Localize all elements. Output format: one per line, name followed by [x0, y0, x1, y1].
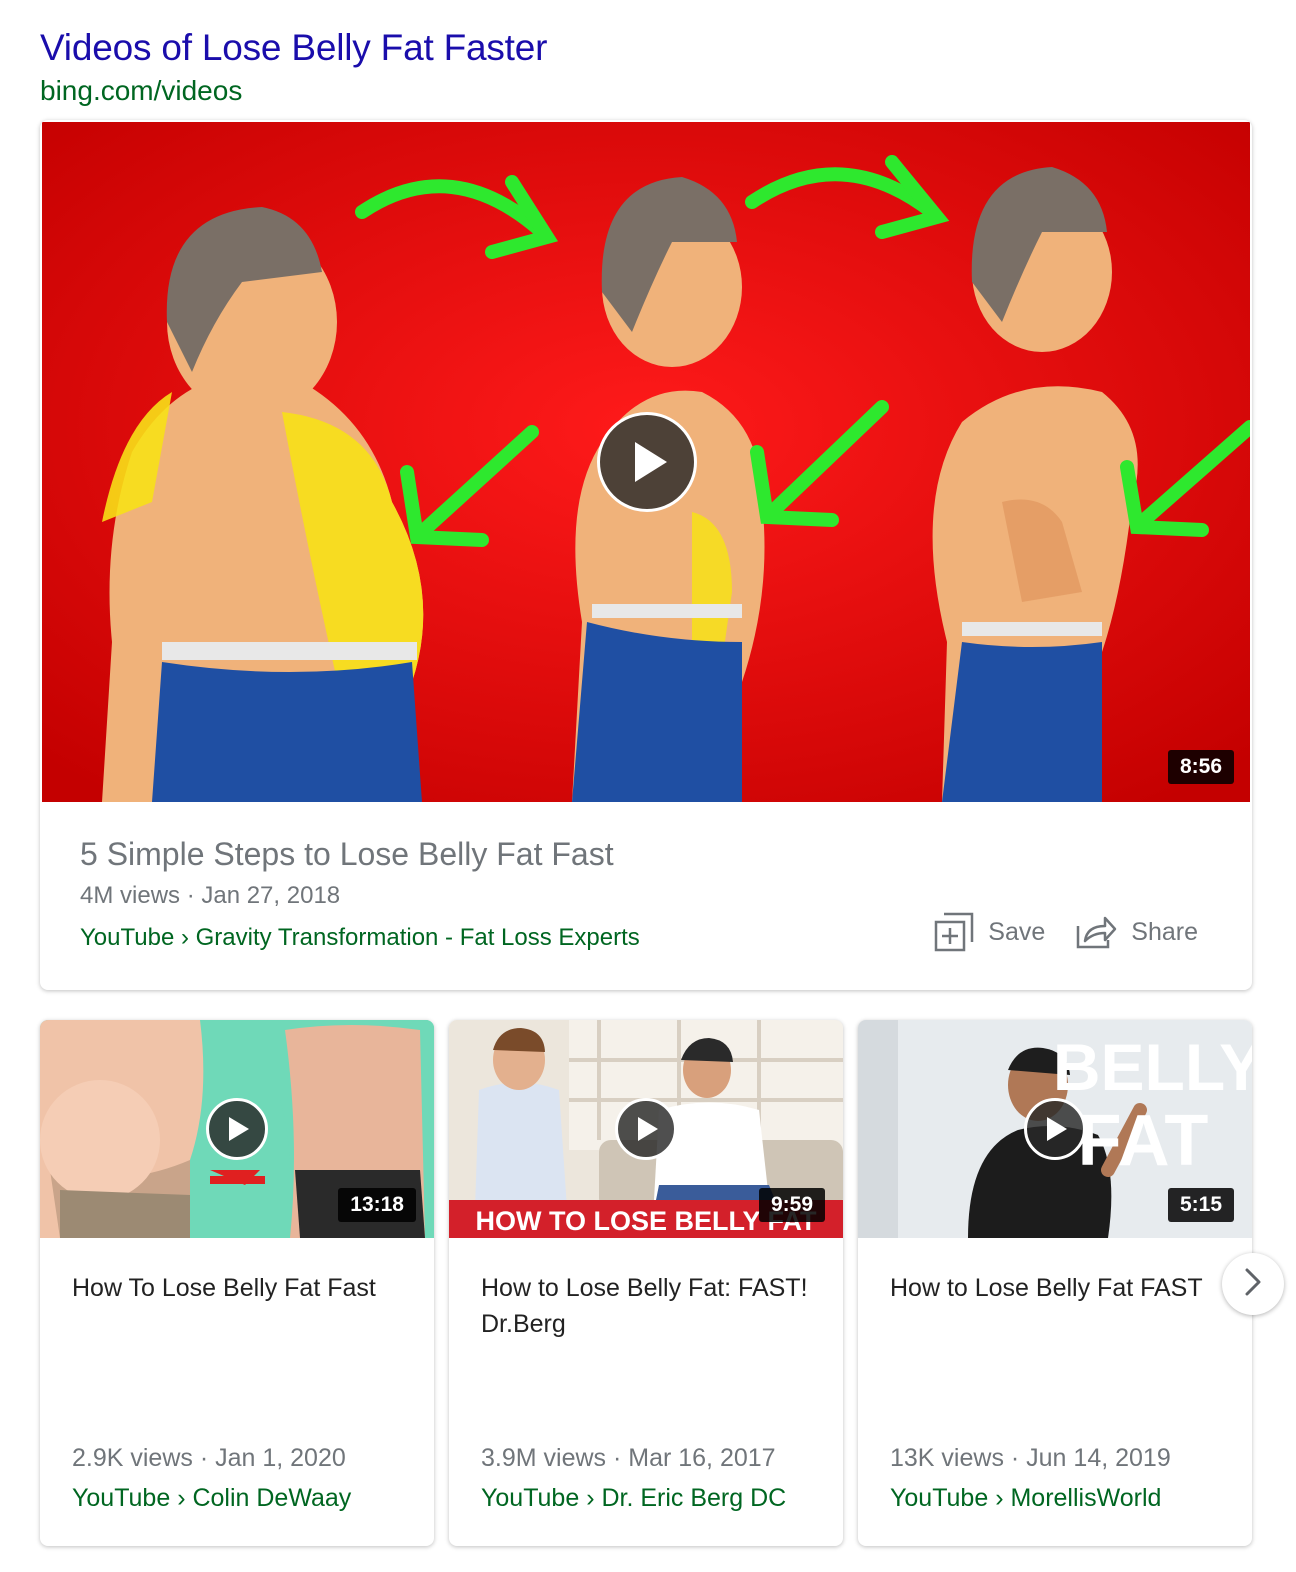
videos-title-link[interactable]: Videos of Lose Belly Fat Faster	[40, 24, 547, 72]
play-icon[interactable]	[615, 1098, 677, 1160]
video-source[interactable]: YouTube › Colin DeWaay	[72, 1480, 351, 1516]
video-source[interactable]: YouTube › MorellisWorld	[890, 1480, 1161, 1516]
video-meta: 2.9K views · Jan 1, 2020	[72, 1444, 346, 1472]
play-icon[interactable]	[597, 412, 697, 512]
chevron-right-icon	[1241, 1267, 1265, 1302]
video-card[interactable]: BELLY FAT 5:15 How to Lose Belly Fat FAS…	[858, 1020, 1252, 1546]
results-header: Videos of Lose Belly Fat Faster bing.com…	[40, 24, 547, 112]
video-card[interactable]: HOW TO LOSE BELLY FAT 9:59 How to Lose B…	[449, 1020, 843, 1546]
play-icon[interactable]	[1024, 1098, 1086, 1160]
duration-badge: 8:56	[1167, 750, 1234, 784]
duration-badge: 13:18	[338, 1188, 416, 1222]
video-thumbnail[interactable]: BELLY FAT 5:15	[858, 1020, 1252, 1238]
share-arrow-icon	[1075, 914, 1117, 950]
video-meta: 3.9M views · Mar 16, 2017	[481, 1444, 776, 1472]
save-button[interactable]: Save	[934, 912, 1045, 952]
video-title[interactable]: How To Lose Belly Fat Fast	[72, 1270, 410, 1306]
featured-actions: Save Share	[934, 912, 1198, 952]
featured-video-meta: 4M views · Jan 27, 2018	[80, 882, 341, 909]
featured-video-title[interactable]: 5 Simple Steps to Lose Belly Fat Fast	[80, 832, 1212, 876]
share-label: Share	[1131, 917, 1198, 946]
video-meta: 13K views · Jun 14, 2019	[890, 1444, 1171, 1472]
add-to-list-icon	[934, 912, 974, 952]
thumb-text-belly: BELLY	[1053, 1030, 1252, 1104]
play-icon[interactable]	[206, 1098, 268, 1160]
duration-badge: 9:59	[758, 1188, 825, 1222]
save-label: Save	[988, 917, 1046, 946]
thumb-text-fat: FAT	[1078, 1101, 1209, 1181]
video-title[interactable]: How to Lose Belly Fat FAST	[890, 1270, 1228, 1306]
video-thumbnail[interactable]: HOW TO LOSE BELLY FAT 9:59	[449, 1020, 843, 1238]
share-button[interactable]: Share	[1075, 914, 1198, 950]
featured-video-thumbnail[interactable]: 8:56	[42, 122, 1250, 802]
video-source[interactable]: YouTube › Dr. Eric Berg DC	[481, 1480, 786, 1516]
video-card[interactable]: 13:18 How To Lose Belly Fat Fast 2.9K vi…	[40, 1020, 434, 1546]
video-thumbnail[interactable]: 13:18	[40, 1020, 434, 1238]
next-videos-button[interactable]	[1222, 1253, 1284, 1315]
featured-video-card[interactable]: 8:56 5 Simple Steps to Lose Belly Fat Fa…	[40, 120, 1252, 990]
duration-badge: 5:15	[1167, 1188, 1234, 1222]
videos-source-link[interactable]: bing.com/videos	[40, 70, 547, 112]
video-title[interactable]: How to Lose Belly Fat: FAST! Dr.Berg	[481, 1270, 819, 1342]
